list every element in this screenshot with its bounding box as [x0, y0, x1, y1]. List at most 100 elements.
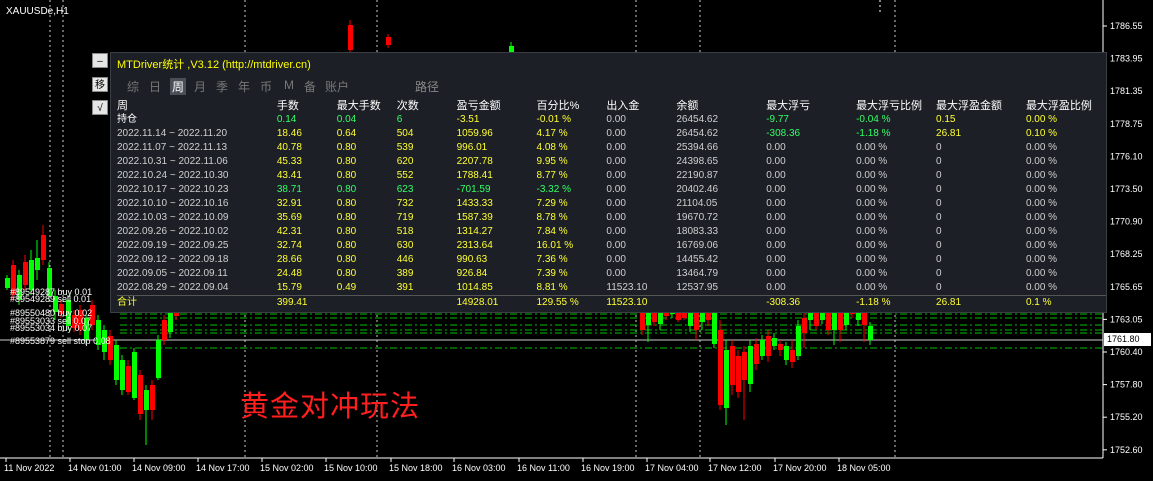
price-label: 1763.05 [1110, 314, 1143, 324]
table-cell: 0 [936, 282, 942, 293]
candle-body [646, 312, 651, 325]
table-cell: 11523.10 [606, 282, 648, 293]
table-cell: 0.00 % [1025, 254, 1058, 265]
table-cell: 0.00 % [1025, 282, 1058, 293]
table-cell: 0.00 [606, 142, 626, 153]
candle-body [718, 330, 723, 405]
candle-body [760, 340, 765, 356]
table-cell: 0.00 % [856, 268, 888, 279]
table-cell: 18083.33 [676, 226, 719, 237]
candle [754, 338, 759, 370]
table-cell: 11523.10 [606, 295, 677, 310]
candle [132, 348, 137, 400]
table-row: 2022.09.12 ~ 2022.09.18 28.66 0.80 446 990.6… [117, 253, 1106, 267]
table-cell: 次数 [396, 100, 419, 112]
time-label: 15 Nov 18:00 [389, 463, 443, 473]
table-cell: 0.00 [766, 268, 786, 279]
table-cell: 38.71 [276, 184, 302, 195]
table-cell: 0.00 [766, 226, 786, 237]
panel-title: MTDriver统计 ,V3.12 (http://mtdriver.cn) [117, 59, 311, 71]
candle [120, 355, 125, 395]
table-cell: -701.59 [456, 184, 491, 195]
candle [736, 350, 741, 398]
table-cell: 最大浮盈比例 [1025, 100, 1092, 112]
table-row: 2022.10.31 ~ 2022.11.06 45.33 0.80 620 2207.… [117, 155, 1106, 169]
table-cell: 40.78 [276, 142, 302, 153]
tab-account[interactable]: 账户 [325, 78, 349, 95]
table-cell: -3.51 [456, 114, 480, 125]
candle-body [736, 356, 741, 392]
table-cell: 14455.42 [676, 254, 719, 265]
tab-currency[interactable]: 币 [260, 78, 272, 95]
tab-m[interactable]: M [284, 78, 294, 92]
table-cell: 0.64 [336, 128, 357, 139]
candle [41, 225, 46, 265]
tab-week[interactable]: 周 [170, 78, 187, 95]
table-cell: 0 [936, 268, 942, 279]
tab-day[interactable]: 日 [149, 78, 161, 95]
table-cell: 0.1 % [1025, 295, 1106, 310]
candle-body [348, 25, 353, 50]
table-cell: 1059.96 [456, 128, 493, 139]
table-cell: 0.00 % [1025, 170, 1058, 181]
table-cell: 0.00 % [1025, 114, 1058, 125]
table-cell: 7.84 % [536, 226, 568, 237]
table-cell: 0.00 [606, 170, 626, 181]
tab-backup[interactable]: 备 [304, 78, 316, 95]
tab-month[interactable]: 月 [194, 78, 206, 95]
weekly-stats-table: 周 手数 最大手数 次数 盈亏金额 百分比% 出入金 余额 最大浮亏 最大浮亏比例 最大浮盈金额 最大… [117, 99, 1106, 310]
table-cell: 732 [396, 198, 414, 209]
table-cell: 539 [396, 142, 414, 153]
table-cell: 0.00 [606, 184, 626, 195]
table-cell: 百分比% [536, 100, 580, 112]
order-label: #89553034 buy 0.07 [10, 323, 93, 333]
table-cell: 1788.41 [456, 170, 493, 181]
table-cell: 0.00 % [1025, 268, 1058, 279]
table-cell [396, 295, 457, 310]
candle [138, 370, 143, 420]
table-cell: 0.80 [336, 142, 357, 153]
table-cell: 0.00 [606, 226, 626, 237]
table-cell: 0.00 [606, 156, 626, 167]
table-cell: -308.36 [766, 295, 857, 310]
candle [386, 34, 391, 48]
table-cell: 0 [936, 226, 942, 237]
candle [730, 340, 735, 395]
table-cell: 0.00 % [1025, 156, 1058, 167]
table-cell: 0.00 [606, 268, 626, 279]
tab-total[interactable]: 综 [127, 78, 139, 95]
table-cell: 0.80 [336, 268, 357, 279]
table-cell: 0.00 % [856, 198, 888, 209]
table-cell: 盈亏金额 [456, 100, 501, 112]
candle-body [868, 326, 873, 340]
table-cell: 0.80 [336, 156, 357, 167]
time-label: 17 Nov 20:00 [773, 463, 827, 473]
candle-body [724, 350, 729, 408]
candle-body [802, 318, 807, 333]
table-cell: 0.80 [336, 184, 357, 195]
table-cell: 0.00 [766, 240, 786, 251]
table-cell: 504 [396, 128, 414, 139]
table-cell: 24.48 [276, 268, 302, 279]
check-button[interactable]: √ [92, 100, 108, 115]
table-cell: 0.00 % [856, 142, 888, 153]
table-cell: 2022.09.12 ~ 2022.09.18 [117, 254, 229, 265]
tab-year[interactable]: 年 [238, 78, 250, 95]
table-cell: 4.17 % [536, 128, 568, 139]
price-axis: 1786.55 1783.95 1781.35 1778.75 1776.10 1773.… [1103, 21, 1143, 455]
minimize-button[interactable]: – [92, 53, 108, 68]
table-cell: 0.15 [936, 114, 956, 125]
table-cell: 25394.66 [676, 142, 719, 153]
table-cell: 0.00 % [856, 254, 888, 265]
total-row: 合计 399.41 14928.01 129.55 % 11523.10 -308.36-… [117, 295, 1106, 310]
table-cell: 0.00 [766, 170, 786, 181]
move-button[interactable]: 移 [92, 77, 108, 92]
table-cell: 0.00 % [856, 212, 888, 223]
table-cell: 7.39 % [536, 268, 568, 279]
table-cell: 26454.62 [676, 114, 719, 125]
tab-quarter[interactable]: 季 [216, 78, 228, 95]
table-cell: 最大浮亏比例 [856, 100, 923, 112]
table-row: 2022.10.10 ~ 2022.10.16 32.91 0.80 732 1433.… [117, 197, 1106, 211]
tab-path[interactable]: 路径 [415, 78, 439, 95]
candle [724, 340, 729, 425]
